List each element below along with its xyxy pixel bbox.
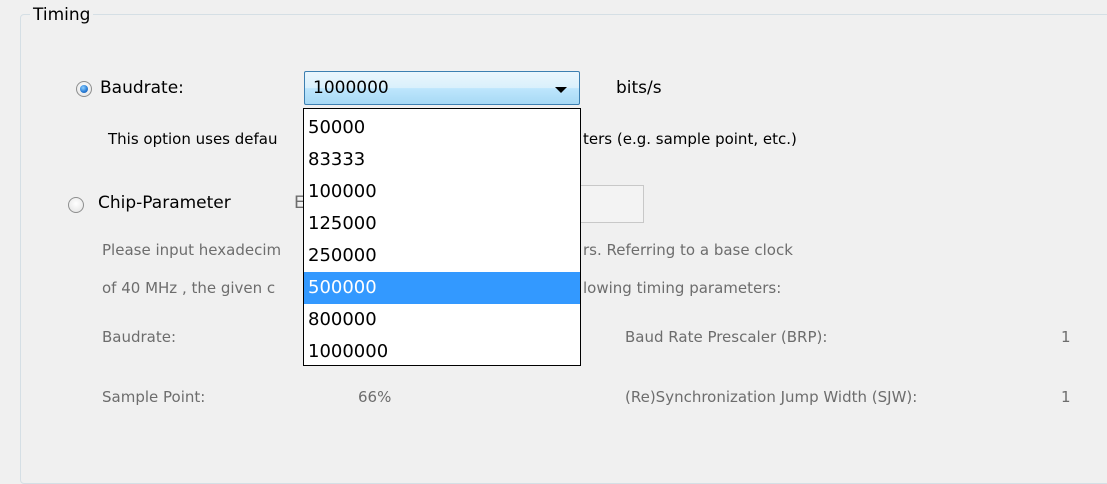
param-sjw-label: (Re)Synchronization Jump Width (SJW): <box>625 388 918 406</box>
baudrate-description-left: This option uses defau <box>108 130 278 148</box>
chevron-down-icon[interactable] <box>555 87 567 93</box>
chip-parameter-radio[interactable] <box>68 197 84 213</box>
param-baudrate-label: Baudrate: <box>102 328 177 346</box>
chip-info-line1-right: rs. Referring to a base clock <box>583 241 793 259</box>
param-sjw-value: 1 <box>1061 388 1071 406</box>
chip-info-line1-left: Please input hexadecim <box>102 241 282 259</box>
baudrate-description-right: ters (e.g. sample point, etc.) <box>583 130 797 148</box>
dropdown-option[interactable]: 250000 <box>304 240 580 272</box>
baudrate-combobox-value: 1000000 <box>313 78 389 98</box>
baudrate-radio[interactable] <box>76 81 92 97</box>
chip-info-line2-left: of 40 MHz , the given c <box>102 279 276 297</box>
baudrate-radio-label[interactable]: Baudrate: <box>100 78 184 98</box>
dropdown-option[interactable]: 50000 <box>304 112 580 144</box>
dropdown-option[interactable]: 83333 <box>304 144 580 176</box>
dropdown-option[interactable]: 800000 <box>304 304 580 336</box>
dropdown-option[interactable]: 125000 <box>304 208 580 240</box>
dropdown-option[interactable]: 100000 <box>304 176 580 208</box>
param-brp-label: Baud Rate Prescaler (BRP): <box>625 328 828 346</box>
chip-info-line2-right: lowing timing parameters: <box>583 279 782 297</box>
baudrate-unit: bits/s <box>616 78 662 98</box>
param-brp-value: 1 <box>1061 328 1071 346</box>
baudrate-combobox[interactable]: 1000000 <box>304 71 580 105</box>
param-sample-point-value: 66% <box>358 388 392 406</box>
dropdown-option[interactable]: 500000 <box>304 272 580 304</box>
dropdown-option[interactable]: 1000000 <box>304 336 580 368</box>
chip-parameter-input[interactable] <box>580 185 644 223</box>
chip-parameter-radio-label[interactable]: Chip-Parameter <box>98 193 231 213</box>
timing-group-title: Timing <box>30 4 94 26</box>
baudrate-dropdown-list[interactable]: 50000 83333 100000 125000 250000 500000 800000… <box>303 108 581 366</box>
param-sample-point-label: Sample Point: <box>102 388 206 406</box>
